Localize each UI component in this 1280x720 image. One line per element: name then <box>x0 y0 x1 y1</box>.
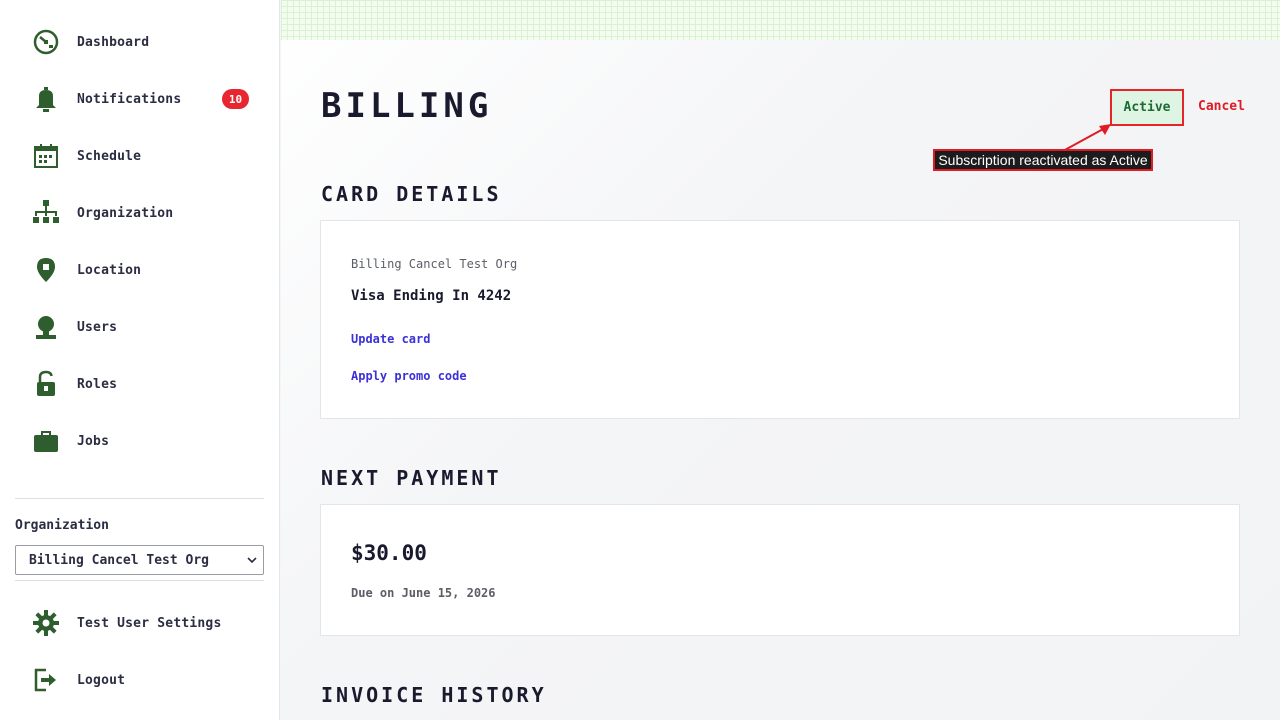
update-card-link[interactable]: Update card <box>351 332 430 346</box>
page-title: BILLING <box>321 86 493 126</box>
sidebar-item-label: Notifications <box>77 91 182 107</box>
org-chart-icon <box>30 197 62 229</box>
sidebar-item-roles[interactable]: Roles <box>30 364 260 404</box>
next-payment-panel: $30.00 Due on June 15, 2026 <box>320 504 1240 636</box>
payment-due-date: Due on June 15, 2026 <box>351 586 496 600</box>
org-select-value: Billing Cancel Test Org <box>29 552 210 568</box>
invoice-history-heading: INVOICE HISTORY <box>321 683 547 707</box>
location-pin-icon <box>30 254 62 286</box>
sidebar-divider <box>15 580 264 581</box>
calendar-icon <box>30 140 62 172</box>
org-select[interactable]: Billing Cancel Test Org <box>15 545 264 575</box>
notification-count-badge: 10 <box>222 89 249 109</box>
sidebar-item-label: Logout <box>77 672 126 688</box>
sidebar-item-users[interactable]: Users <box>30 307 260 347</box>
dashboard-icon <box>30 26 62 58</box>
sidebar-item-label: Jobs <box>77 433 110 449</box>
sidebar-item-schedule[interactable]: Schedule <box>30 136 260 176</box>
payment-amount: $30.00 <box>351 541 427 565</box>
sidebar-item-notifications[interactable]: Notifications 10 <box>30 79 260 119</box>
sidebar-divider <box>15 498 264 499</box>
main-content: BILLING Active Cancel Subscription react… <box>281 0 1280 720</box>
logout-icon <box>30 664 62 696</box>
sidebar-item-location[interactable]: Location <box>30 250 260 290</box>
card-details-heading: CARD DETAILS <box>321 182 502 206</box>
decorative-grid-banner <box>281 0 1280 40</box>
briefcase-icon <box>30 425 62 457</box>
sidebar-item-jobs[interactable]: Jobs <box>30 421 260 461</box>
card-description: Visa Ending In 4242 <box>351 288 512 304</box>
sidebar-item-partial[interactable] <box>30 478 260 494</box>
sidebar-item-label: Test User Settings <box>77 615 222 631</box>
next-payment-heading: NEXT PAYMENT <box>321 466 502 490</box>
sidebar-item-logout[interactable]: Logout <box>30 660 260 700</box>
annotation-callout: Subscription reactivated as Active <box>933 149 1153 171</box>
padlock-icon <box>30 368 62 400</box>
sidebar-nav: Dashboard Notifications 10 Schedule Orga… <box>0 14 279 494</box>
sidebar-item-label: Roles <box>77 376 118 392</box>
card-org-name: Billing Cancel Test Org <box>351 257 518 271</box>
sidebar-item-label: Dashboard <box>77 34 150 50</box>
sidebar: Dashboard Notifications 10 Schedule Orga… <box>0 0 280 720</box>
card-details-panel: Billing Cancel Test Org Visa Ending In 4… <box>320 220 1240 419</box>
sidebar-item-label: Schedule <box>77 148 142 164</box>
cancel-subscription-link[interactable]: Cancel <box>1198 99 1245 114</box>
sidebar-item-settings[interactable]: Test User Settings <box>30 603 260 643</box>
sidebar-item-label: Location <box>77 262 142 278</box>
sidebar-item-dashboard[interactable]: Dashboard <box>30 22 260 62</box>
apply-promo-code-link[interactable]: Apply promo code <box>351 369 467 383</box>
org-selector-label: Organization <box>15 518 109 533</box>
sidebar-item-label: Organization <box>77 205 174 221</box>
sidebar-item-label: Users <box>77 319 118 335</box>
list-icon <box>30 482 62 494</box>
gear-icon <box>30 607 62 639</box>
subscription-status-button[interactable]: Active <box>1110 89 1184 126</box>
bell-icon <box>30 83 62 115</box>
sidebar-item-organization[interactable]: Organization <box>30 193 260 233</box>
user-icon <box>30 311 62 343</box>
chevron-down-icon <box>247 557 257 564</box>
